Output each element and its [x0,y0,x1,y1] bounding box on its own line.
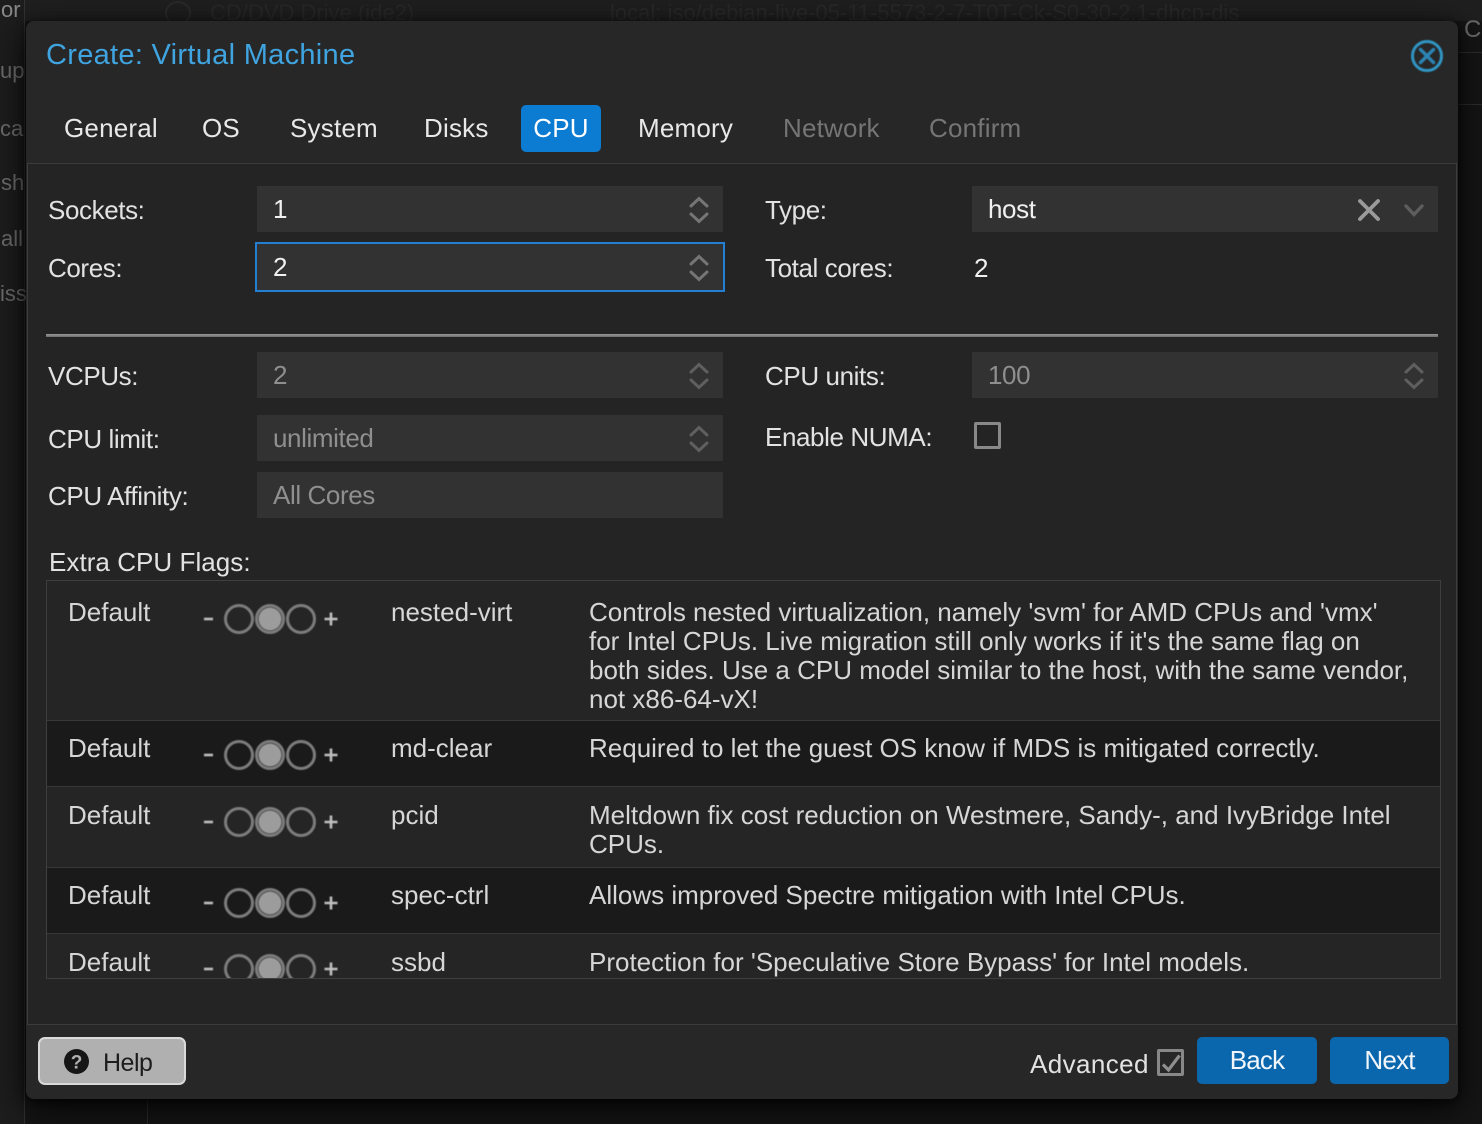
svg-text:?: ? [71,1053,83,1074]
